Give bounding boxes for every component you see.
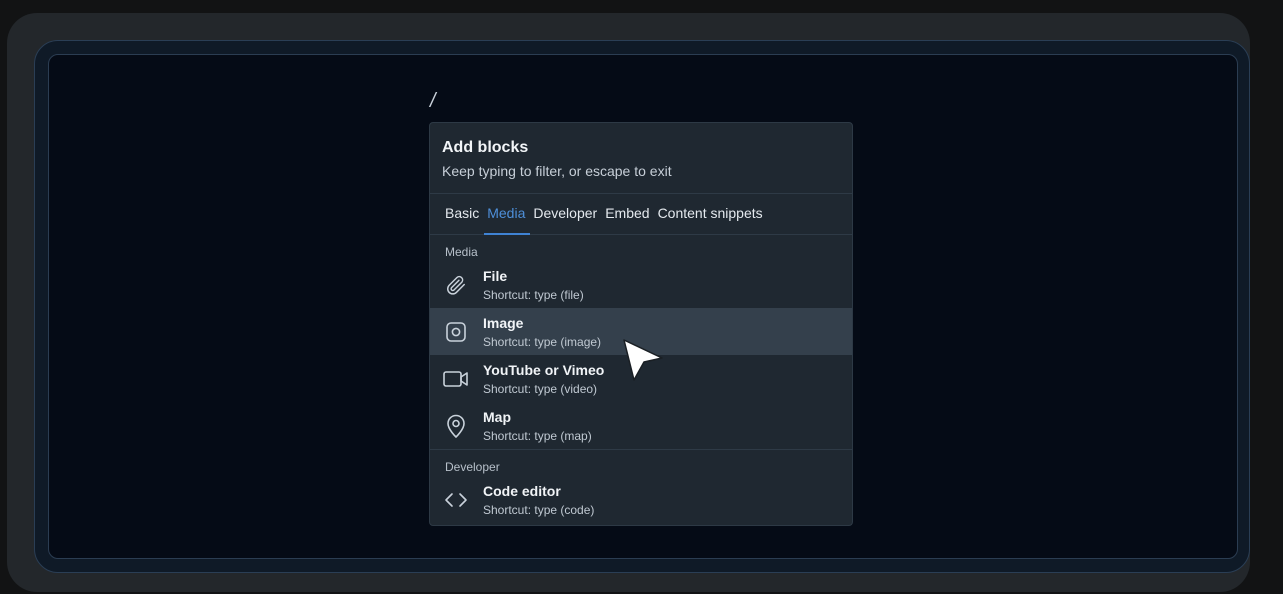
- map-pin-icon: [442, 413, 470, 439]
- section-label-media: Media: [445, 245, 478, 259]
- tab-content-snippets[interactable]: Content snippets: [658, 194, 763, 234]
- block-item-shortcut: Shortcut: type (file): [483, 288, 584, 302]
- tab-embed[interactable]: Embed: [605, 194, 649, 234]
- add-blocks-menu: Add blocks Keep typing to filter, or esc…: [429, 122, 853, 526]
- mouse-pointer-icon: [620, 336, 666, 391]
- block-item-title: YouTube or Vimeo: [483, 362, 605, 378]
- paperclip-icon: [442, 272, 470, 298]
- tab-basic[interactable]: Basic: [445, 194, 479, 234]
- video-icon: [442, 366, 470, 392]
- tab-developer[interactable]: Developer: [533, 194, 597, 234]
- block-item-file[interactable]: File Shortcut: type (file): [430, 261, 852, 308]
- block-item-shortcut: Shortcut: type (video): [483, 382, 598, 396]
- code-icon: [442, 487, 470, 513]
- block-item-shortcut: Shortcut: type (map): [483, 429, 592, 443]
- block-item-shortcut: Shortcut: type (image): [483, 335, 602, 349]
- menu-subtitle: Keep typing to filter, or escape to exit: [442, 163, 672, 179]
- block-item-title: Image: [483, 315, 524, 331]
- section-label-developer: Developer: [445, 460, 500, 474]
- menu-title: Add blocks: [442, 139, 529, 156]
- tab-media[interactable]: Media: [484, 194, 531, 235]
- block-item-shortcut: Shortcut: type (code): [483, 503, 595, 517]
- block-item-title: File: [483, 268, 508, 284]
- block-item-title: Map: [483, 409, 511, 425]
- menu-header: Add blocks Keep typing to filter, or esc…: [430, 123, 852, 194]
- editor-input-text[interactable]: /: [430, 90, 436, 112]
- image-icon: [442, 319, 470, 345]
- block-item-map[interactable]: Map Shortcut: type (map): [430, 402, 852, 449]
- category-tabs: Basic Media Developer Embed Content snip…: [430, 194, 852, 235]
- block-item-code-editor[interactable]: Code editor Shortcut: type (code): [430, 476, 852, 523]
- block-item-title: Code editor: [483, 483, 561, 499]
